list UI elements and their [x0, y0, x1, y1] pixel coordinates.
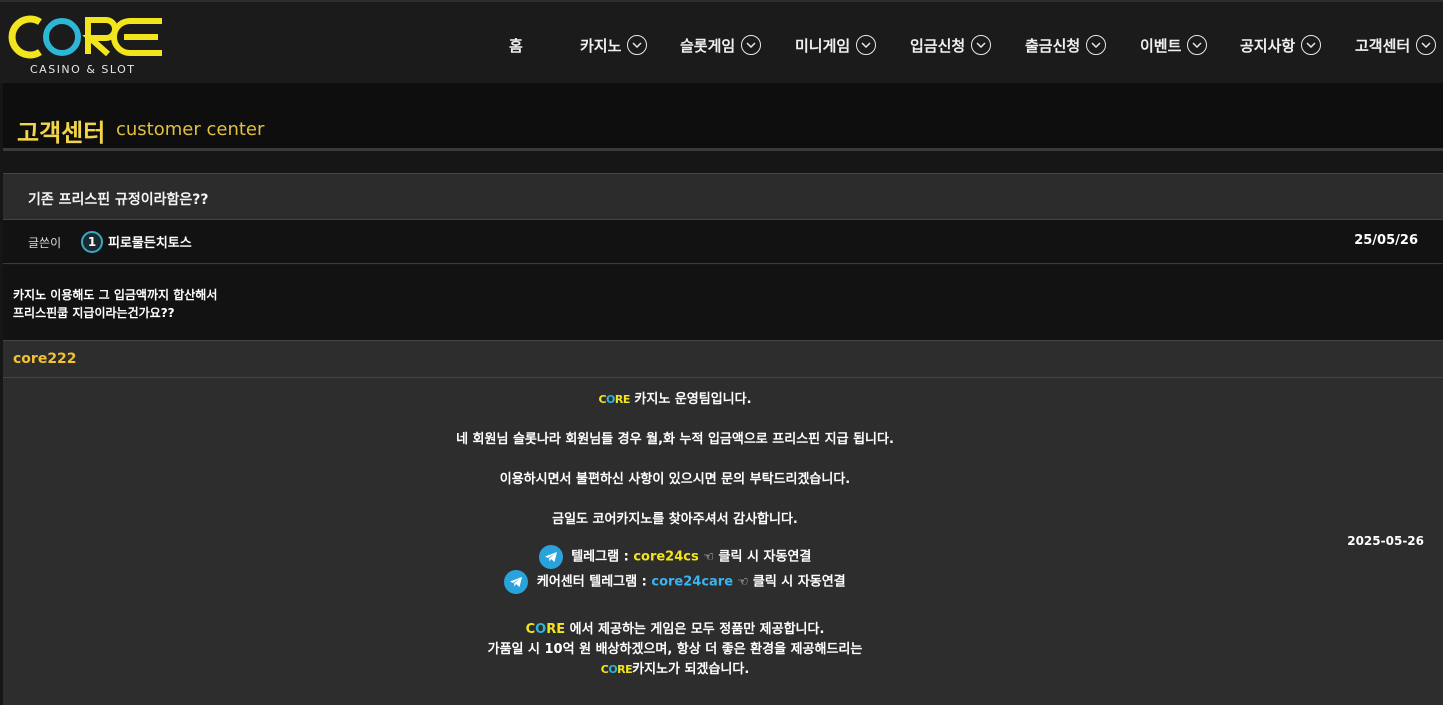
chevron-down-icon: [1301, 35, 1322, 55]
nav-item-deposit[interactable]: 입금신청: [910, 32, 992, 58]
reply-line: CORE카지노가 되겠습니다.: [3, 658, 1347, 677]
page-title: 고객센터: [17, 119, 106, 147]
author-label: 글쓴이: [28, 236, 62, 250]
reply-line: 네 회원님 슬롯나라 회원님들 경우 월,화 누적 입금액으로 프리스핀 지급 …: [456, 432, 894, 447]
nav-label: 고객센터: [1355, 36, 1411, 55]
chevron-down-icon: [1416, 35, 1437, 55]
core-word: CORE: [525, 622, 566, 637]
nav-label: 슬롯게임: [680, 36, 736, 55]
pointing-hand-icon: ☜: [703, 549, 715, 564]
site-header: CASINO & SLOT 홈 카지노 슬롯게임 미니게임 입금신청 출금신청 …: [0, 0, 1443, 83]
nav-item-notice[interactable]: 공지사항: [1240, 32, 1322, 58]
post-body-line: 카지노 이용해도 그 입금액까지 합산해서: [13, 288, 218, 302]
core-mini-logo: CORE: [600, 663, 633, 676]
nav-item-minigame[interactable]: 미니게임: [795, 32, 877, 58]
post-body: 카지노 이용해도 그 입금액까지 합산해서 프리스핀쿱 지급이라는건가요??: [3, 265, 1443, 340]
level-badge-icon: 1: [81, 231, 103, 253]
nav-item-event[interactable]: 이벤트: [1140, 32, 1208, 58]
post-meta-row: 글쓴이 1 피로물든치토스 25/05/26: [3, 220, 1443, 264]
reply-line: 금일도 코어카지노를 찾아주셔서 감사합니다.: [552, 512, 798, 527]
reply-author: core222: [13, 351, 77, 367]
post-subject: 기존 프리스핀 규정이라함은??: [28, 192, 209, 208]
pointing-hand-icon: ☜: [737, 574, 749, 589]
telegram-suffix: 클릭 시 자동연결: [718, 549, 812, 565]
reply-text: 에서 제공하는 게임은 모두 정품만 제공합니다.: [569, 622, 825, 637]
page-title-bar: 고객센터 customer center: [3, 83, 1443, 151]
nav-label: 홈: [509, 36, 523, 55]
reply-line: CORE 에서 제공하는 게임은 모두 정품만 제공합니다.: [3, 618, 1347, 637]
nav-item-support[interactable]: 고객센터: [1355, 32, 1437, 58]
chevron-down-icon: [971, 35, 992, 55]
nav-item-casino[interactable]: 카지노: [580, 32, 648, 58]
reply-date: 2025-05-26: [1347, 534, 1424, 548]
chevron-down-icon: [1086, 35, 1107, 55]
telegram-label: 케어센터 텔레그램 :: [536, 574, 647, 590]
nav-label: 출금신청: [1025, 36, 1081, 55]
chevron-down-icon: [741, 35, 762, 55]
telegram-icon: [504, 570, 529, 594]
reply-body: CORE 카지노 운영팀입니다. 네 회원님 슬롯나라 회원님들 경우 월,화 …: [3, 378, 1443, 705]
telegram-label: 텔레그램 :: [571, 549, 629, 565]
telegram-id-link[interactable]: core24cs: [633, 550, 698, 565]
core-mini-logo: CORE: [598, 393, 630, 406]
post-body-line: 프리스핀쿱 지급이라는건가요??: [13, 306, 175, 320]
nav-item-withdraw[interactable]: 출금신청: [1025, 32, 1107, 58]
nav-label: 미니게임: [795, 36, 851, 55]
post-date: 25/05/26: [1354, 233, 1418, 248]
chevron-down-icon: [856, 35, 877, 55]
reply-line: CORE 카지노 운영팀입니다.: [3, 388, 1347, 407]
page-subtitle: customer center: [116, 119, 265, 140]
telegram-link-row[interactable]: 텔레그램 : core24cs ☜ 클릭 시 자동연결: [3, 545, 1347, 569]
reply-header: core222: [3, 340, 1443, 378]
nav-item-home[interactable]: 홈: [509, 32, 523, 58]
reply-text: 카지노가 되겠습니다.: [632, 662, 750, 677]
nav-item-slot[interactable]: 슬롯게임: [680, 32, 762, 58]
chevron-down-icon: [1187, 35, 1208, 55]
reply-text: 카지노 운영팀입니다.: [634, 392, 752, 407]
main-nav: 홈 카지노 슬롯게임 미니게임 입금신청 출금신청 이벤트 공지사항 고객센터: [0, 2, 1443, 85]
nav-label: 카지노: [580, 36, 622, 55]
nav-label: 이벤트: [1140, 36, 1182, 55]
reply-line: 이용하시면서 불편하신 사항이 있으시면 문의 부탁드리겠습니다.: [499, 472, 851, 487]
telegram-suffix: 클릭 시 자동연결: [752, 574, 846, 590]
nav-label: 입금신청: [910, 36, 966, 55]
post-author[interactable]: 피로물든치토스: [108, 232, 192, 251]
telegram-id-link[interactable]: core24care: [651, 575, 733, 590]
nav-label: 공지사항: [1240, 36, 1296, 55]
chevron-down-icon: [627, 35, 648, 55]
reply-line: 가품일 시 10억 원 배상하겠으며, 항상 더 좋은 환경을 제공해드리는: [487, 642, 863, 657]
telegram-icon: [538, 545, 563, 569]
telegram-care-link-row[interactable]: 케어센터 텔레그램 : core24care ☜ 클릭 시 자동연결: [3, 570, 1347, 594]
post-subject-row: 기존 프리스핀 규정이라함은??: [3, 173, 1443, 220]
